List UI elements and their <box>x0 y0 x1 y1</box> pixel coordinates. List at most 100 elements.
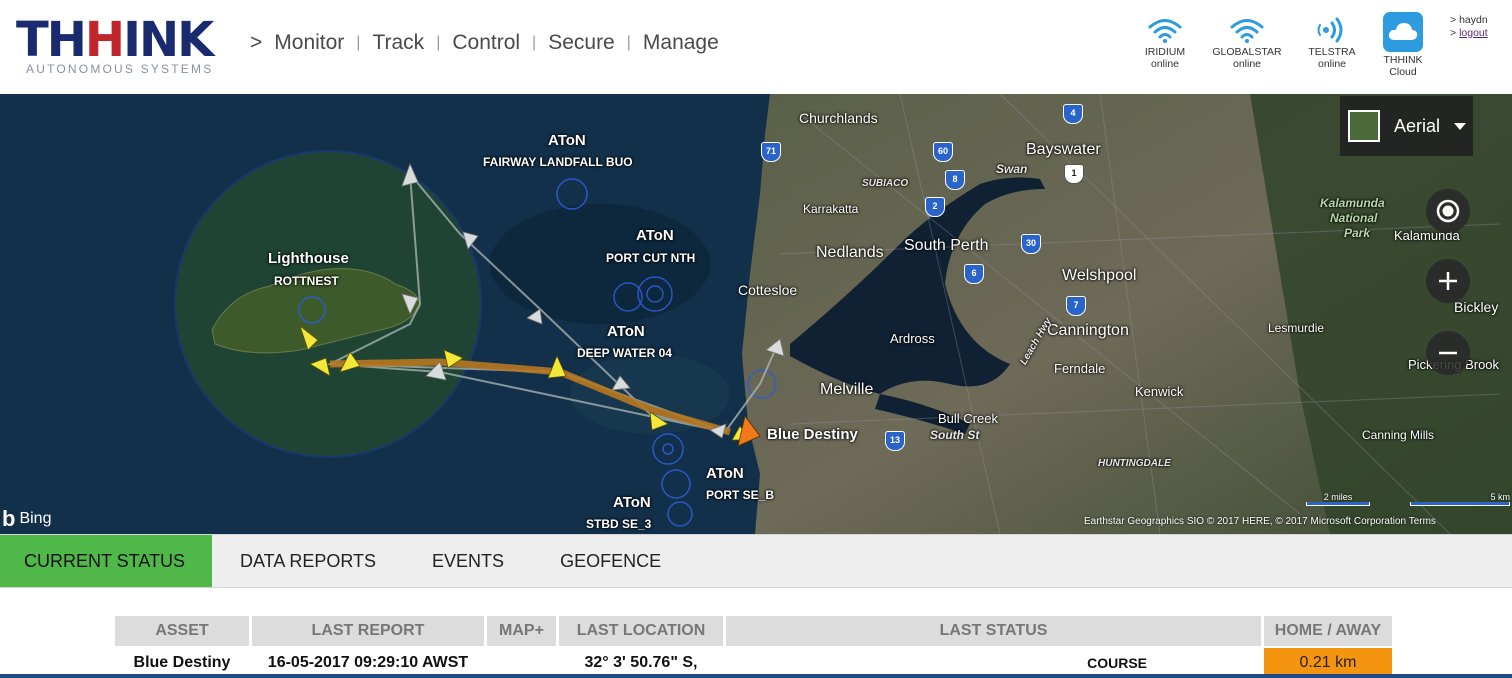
network-globalstar[interactable]: GLOBALSTAR online <box>1212 16 1282 70</box>
dropdown-arrow-icon <box>1454 122 1467 130</box>
user-box: > haydn > logout <box>1450 14 1488 40</box>
main-nav: > Monitor | Track | Control | Secure | M… <box>250 30 719 56</box>
tab-bar: CURRENT STATUS DATA REPORTS EVENTS GEOFE… <box>0 534 1512 588</box>
wifi-icon <box>1230 19 1264 43</box>
logout-marker: > <box>1450 27 1457 39</box>
network-thhink-cloud[interactable]: THHINK Cloud <box>1368 12 1438 78</box>
logout-link[interactable]: logout <box>1459 27 1488 39</box>
place-label: HUNTINGDALE <box>1098 458 1171 469</box>
place-label: Kenwick <box>1135 384 1184 399</box>
logo-wordmark: THHINK <box>16 12 214 68</box>
column-last-report[interactable]: LAST REPORT <box>252 616 484 646</box>
map-canvas <box>0 94 1512 534</box>
plus-icon <box>1439 272 1457 290</box>
nav-manage[interactable]: Manage <box>643 31 719 55</box>
place-label: Park <box>1344 226 1371 240</box>
network-status: online <box>1232 58 1262 70</box>
network-telstra[interactable]: TELSTRA online <box>1297 16 1367 70</box>
map-type-selector[interactable]: Aerial <box>1340 96 1473 156</box>
marker-stbd-se-3[interactable]: STBD SE_3 <box>586 517 651 531</box>
thhink-logo[interactable]: THHINK AUTONOMOUS SYSTEMS <box>16 14 216 78</box>
zoom-out-button[interactable] <box>1426 331 1470 375</box>
column-home-away[interactable]: HOME / AWAY <box>1264 616 1392 646</box>
network-name: THHINK <box>1383 54 1423 66</box>
network-iridium[interactable]: IRIDIUM online <box>1130 16 1200 70</box>
place-label: Ferndale <box>1054 361 1106 376</box>
vessel-label[interactable]: Blue Destiny <box>767 426 858 443</box>
place-label: National <box>1330 211 1378 225</box>
bottom-bar <box>0 674 1512 678</box>
table-header: ASSET LAST REPORT MAP+ LAST LOCATION LAS… <box>115 616 1395 646</box>
place-label: Lesmurdie <box>1268 321 1325 335</box>
locate-button[interactable] <box>1426 189 1470 233</box>
broadcast-icon <box>1317 17 1343 43</box>
marker-fairway-landfall[interactable]: FAIRWAY LANDFALL BUO <box>483 155 633 169</box>
aton-label: AToN <box>706 465 744 482</box>
bing-icon: b <box>2 506 16 531</box>
logo-subtitle: AUTONOMOUS SYSTEMS <box>26 62 214 76</box>
route-shield: 30 <box>1021 234 1041 254</box>
tab-data-reports[interactable]: DATA REPORTS <box>212 535 404 587</box>
zoom-in-button[interactable] <box>1426 259 1470 303</box>
map-copyright[interactable]: Earthstar Geographics SIO © 2017 HERE, ©… <box>1084 516 1436 527</box>
nav-control[interactable]: Control <box>452 31 520 55</box>
aton-label: AToN <box>548 132 586 149</box>
network-name: GLOBALSTAR <box>1212 46 1282 58</box>
route-shield: 1 <box>1064 164 1084 184</box>
marker-rottnest[interactable]: ROTTNEST <box>274 274 339 288</box>
nav-monitor[interactable]: Monitor <box>274 31 344 55</box>
place-label: Kalamunda <box>1320 196 1385 210</box>
wifi-icon <box>1148 19 1182 43</box>
lighthouse-label: Lighthouse <box>268 250 349 267</box>
target-icon <box>1436 199 1460 223</box>
place-label: Cottesloe <box>738 282 798 298</box>
place-label: South St <box>930 428 980 442</box>
place-label: Cannington <box>1047 322 1129 339</box>
nav-track[interactable]: Track <box>372 31 424 55</box>
nav-arrow-icon: > <box>250 31 263 54</box>
network-name: IRIDIUM <box>1144 46 1186 58</box>
network-status: online <box>1317 58 1347 70</box>
aton-label: AToN <box>607 323 645 340</box>
nav-separator: | <box>436 34 441 51</box>
column-map[interactable]: MAP+ <box>487 616 556 646</box>
minus-icon <box>1439 351 1457 355</box>
marker-port-cut-nth[interactable]: PORT CUT NTH <box>606 251 695 265</box>
place-label: Bickley <box>1454 299 1499 315</box>
aerial-thumbnail-icon <box>1348 110 1380 142</box>
aton-label: AToN <box>636 227 674 244</box>
column-last-location[interactable]: LAST LOCATION <box>559 616 723 646</box>
place-label: Bull Creek <box>938 411 998 426</box>
column-asset[interactable]: ASSET <box>115 616 249 646</box>
network-status: Cloud <box>1389 66 1417 78</box>
tab-events[interactable]: EVENTS <box>404 535 532 587</box>
place-label: Bayswater <box>1026 141 1101 158</box>
route-shield: 4 <box>1063 104 1083 124</box>
map-view[interactable]: AToN FAIRWAY LANDFALL BUO AToN PORT CUT … <box>0 94 1512 534</box>
network-name: TELSTRA <box>1308 46 1356 58</box>
network-status: online <box>1150 58 1180 70</box>
place-label: Ardross <box>890 331 935 346</box>
app-header: THHINK AUTONOMOUS SYSTEMS > Monitor | Tr… <box>0 0 1512 94</box>
place-label: Melville <box>820 381 874 398</box>
place-label: Nedlands <box>816 244 884 261</box>
place-label: South Perth <box>904 237 989 254</box>
scale-km: 5 km <box>1410 492 1510 506</box>
route-shield: 6 <box>964 264 984 284</box>
place-label: Canning Mills <box>1362 428 1435 442</box>
place-label: Karrakatta <box>803 202 859 216</box>
marker-deep-water-04[interactable]: DEEP WATER 04 <box>577 346 672 360</box>
tab-geofence[interactable]: GEOFENCE <box>532 535 689 587</box>
tab-current-status[interactable]: CURRENT STATUS <box>0 535 212 587</box>
route-shield: 8 <box>945 170 965 190</box>
nav-secure[interactable]: Secure <box>548 31 615 55</box>
marker-port-se-b[interactable]: PORT SE_B <box>706 488 774 502</box>
column-last-status[interactable]: LAST STATUS <box>726 616 1261 646</box>
route-shield: 7 <box>1066 296 1086 316</box>
place-label: Swan <box>996 162 1028 176</box>
nav-separator: | <box>626 34 631 51</box>
bing-logo: b Bing <box>2 506 52 531</box>
place-label: SUBIACO <box>862 178 909 189</box>
cloud-icon <box>1383 12 1423 52</box>
nav-separator: | <box>532 34 537 51</box>
